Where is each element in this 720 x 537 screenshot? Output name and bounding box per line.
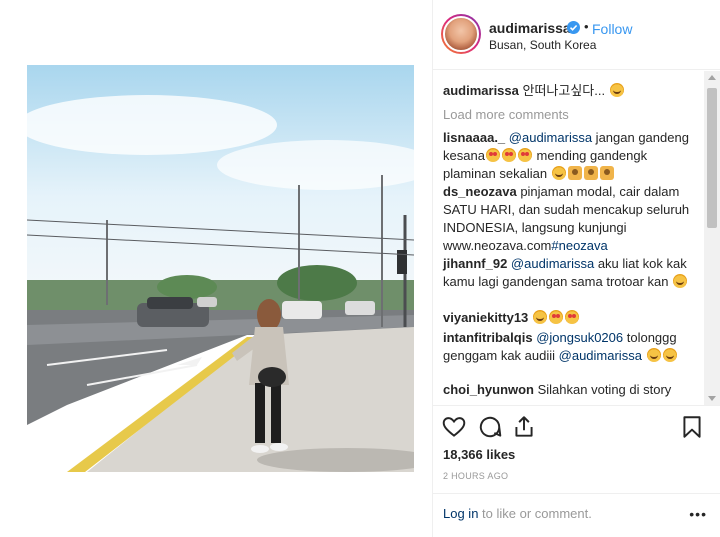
comment-item: viyaniekitty13 [443,309,701,327]
caption-username[interactable]: audimarissa [443,83,519,98]
comment-text: Silahkan voting di story [534,382,672,397]
bookmark-icon[interactable] [679,414,705,440]
comment-username[interactable]: viyaniekitty13 [443,310,528,325]
post-timestamp[interactable]: 2 HOURS AGO [443,471,508,481]
follow-button[interactable]: Follow [592,21,632,37]
comment-username[interactable]: jihannf_92 [443,256,507,271]
grin-emoji-icon [673,274,688,288]
heart-eyes-emoji-icon [548,310,563,324]
location-link[interactable]: Busan, South Korea [489,38,596,52]
post-header: audimarissa • Follow Busan, South Korea [433,0,720,70]
comment-username[interactable]: intanfitribalqis [443,330,533,345]
smile-emoji-icon [532,310,547,324]
heart-eyes-emoji-icon [564,310,579,324]
comment-mention[interactable]: @audimarissa [559,348,642,363]
scroll-down-arrow-icon[interactable] [708,396,716,401]
share-icon[interactable] [511,414,537,440]
scrollbar-thumb[interactable] [707,88,717,228]
post-caption: audimarissa 안떠나고싶다... [443,82,703,100]
comment-username[interactable]: choi_hyunwon [443,382,534,397]
login-prompt-text: to like or comment. [478,506,592,521]
verified-badge-icon [567,21,580,34]
comment-icon[interactable] [477,414,503,440]
caption-text: 안떠나고싶다... [522,83,606,98]
comment-item: intanfitribalqis @jongsuk0206 tolonggg g… [443,329,701,365]
post-side-panel: audimarissa • Follow Busan, South Korea … [432,0,720,537]
photo-area [0,0,432,537]
avatar[interactable] [441,14,481,54]
heart-eyes-emoji-icon [485,148,500,162]
street-photo-illustration [27,65,414,472]
login-prompt: Log in to like or comment. [443,506,592,521]
post-photo[interactable] [27,65,414,472]
comments-list[interactable]: audimarissa 안떠나고싶다... Load more comments… [433,71,720,405]
heart-eyes-emoji-icon [517,148,532,162]
comment-item: ds_neozava pinjaman modal, cair dalam SA… [443,183,701,255]
smile-emoji-icon [551,166,566,180]
comment-item: jihannf_92 @audimarissa aku liat kok kak… [443,255,701,291]
author-username[interactable]: audimarissa [489,20,571,36]
scroll-up-arrow-icon[interactable] [708,75,716,80]
header-separator: • [584,19,589,34]
heart-icon[interactable] [441,414,467,440]
comment-mention[interactable]: @audimarissa [511,256,594,271]
joy-emoji-icon [662,348,677,362]
raised-hands-emoji-icon [583,166,598,180]
likes-count[interactable]: 18,366 likes [443,447,515,462]
login-link[interactable]: Log in [443,506,478,521]
joy-emoji-icon [646,348,661,362]
more-options-icon[interactable]: ••• [689,506,707,522]
comment-username[interactable]: lisnaaaa._ [443,130,505,145]
raised-hands-emoji-icon [599,166,614,180]
grin-emoji-icon [609,83,624,97]
comment-hashtag[interactable]: #neozava [551,238,607,253]
post-footer: Log in to like or comment. ••• [433,493,720,537]
comment-item: choi_hyunwon Silahkan voting di story [443,381,701,399]
comment-mention[interactable]: @jongsuk0206 [536,330,623,345]
raised-hands-emoji-icon [567,166,582,180]
comments-scrollbar[interactable] [704,71,720,405]
comment-username[interactable]: ds_neozava [443,184,517,199]
comment-item: lisnaaaa._ @audimarissa jangan gandeng k… [443,129,701,183]
heart-eyes-emoji-icon [501,148,516,162]
load-more-comments-button[interactable]: Load more comments [443,107,569,122]
comment-mention[interactable]: @audimarissa [509,130,592,145]
post-actions [433,405,720,445]
